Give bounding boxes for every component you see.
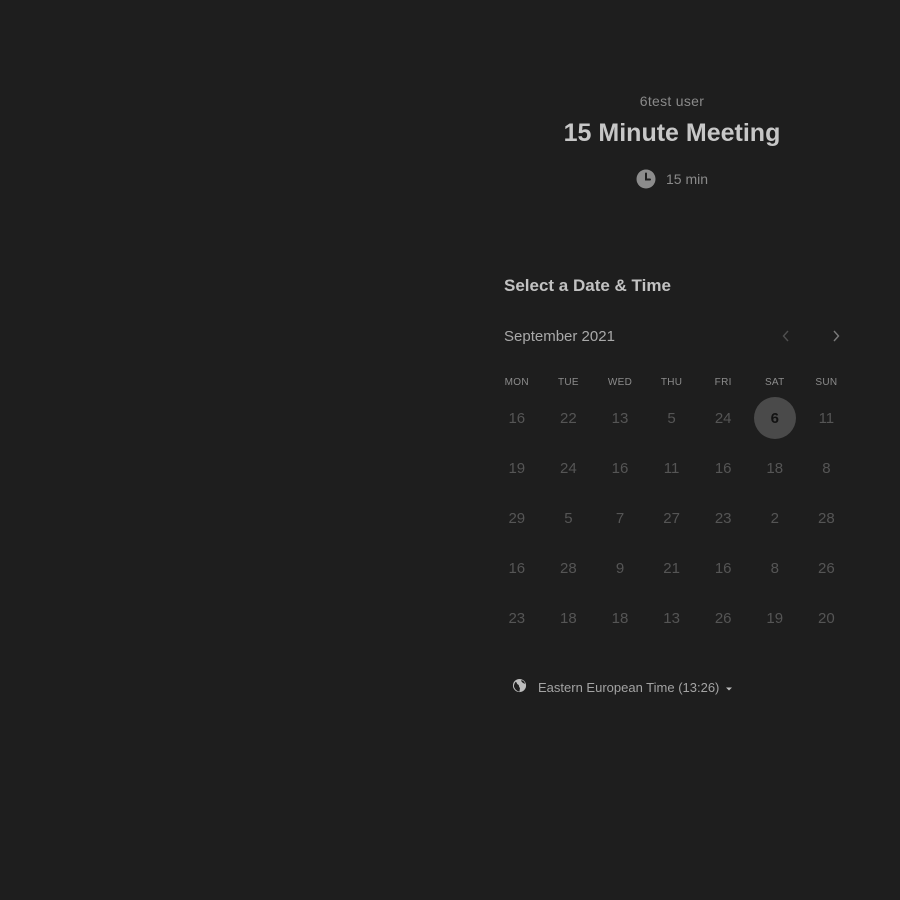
- calendar-day: 18: [749, 443, 801, 493]
- calendar-day: 11: [646, 443, 698, 493]
- weekday-label: SAT: [764, 377, 785, 388]
- day-number: 28: [818, 509, 835, 527]
- previous-month-button[interactable]: [776, 328, 796, 348]
- day-number: 13: [611, 409, 629, 427]
- calendar-day: 21: [646, 543, 698, 593]
- day-number: 29: [508, 509, 526, 527]
- calendar-day: 19: [749, 593, 801, 643]
- day-number: 18: [611, 609, 629, 627]
- day-number: 16: [714, 559, 732, 577]
- day-number: 11: [663, 459, 680, 477]
- day-number: 11: [818, 409, 835, 427]
- weekday-label: THU: [660, 377, 683, 388]
- chevron-left-icon: [781, 329, 791, 348]
- month-label: September 2021: [504, 328, 615, 345]
- calendar-day: 9: [594, 543, 646, 593]
- calendar-day-selected[interactable]: 6: [749, 393, 801, 443]
- day-number: 23: [508, 609, 526, 627]
- calendar-day: 23: [697, 493, 749, 543]
- day-number: 18: [766, 459, 784, 477]
- day-number: 8: [770, 559, 779, 577]
- calendar-day: 28: [543, 543, 595, 593]
- chevron-right-icon: [831, 329, 841, 348]
- weekday-label: FRI: [714, 377, 732, 388]
- calendar-grid: 16 22 13 5 24 6 11 19 24 16 11 16 18 8 2…: [491, 393, 853, 643]
- day-number: 9: [615, 559, 625, 577]
- day-number: 24: [714, 409, 732, 427]
- day-number: 7: [615, 509, 625, 527]
- day-number: 19: [508, 459, 526, 477]
- day-number: 26: [818, 559, 835, 577]
- calendar-day: 8: [749, 543, 801, 593]
- calendar-day: 28: [801, 493, 853, 543]
- calendar-day: 19: [491, 443, 543, 493]
- day-number: 24: [560, 459, 577, 477]
- weekday-label: MON: [504, 377, 529, 388]
- timezone-selector[interactable]: Eastern European Time (13:26): [512, 678, 733, 696]
- calendar-day: 16: [697, 543, 749, 593]
- day-number: 8: [822, 459, 831, 477]
- weekday-label: TUE: [557, 377, 579, 388]
- clock-icon: [636, 169, 656, 189]
- day-number: 22: [560, 409, 577, 427]
- calendar-day: 16: [491, 393, 543, 443]
- month-navigation: September 2021: [504, 328, 844, 348]
- day-number: 21: [663, 559, 680, 577]
- calendar-day: 24: [543, 443, 595, 493]
- day-number: 5: [564, 509, 573, 527]
- duration-label: 15 min: [665, 171, 709, 187]
- day-number: 16: [508, 559, 526, 577]
- calendar-day: 29: [491, 493, 543, 543]
- day-number: 16: [611, 459, 629, 477]
- calendar-day: 24: [697, 393, 749, 443]
- calendar-day: 7: [594, 493, 646, 543]
- calendar-day: 16: [491, 543, 543, 593]
- calendar-day: 20: [801, 593, 853, 643]
- host-name: 6test user: [639, 93, 705, 109]
- calendar-day: 16: [697, 443, 749, 493]
- day-number: 18: [560, 609, 577, 627]
- day-number: 2: [770, 509, 779, 527]
- globe-icon: [512, 678, 527, 696]
- calendar-day: 5: [543, 493, 595, 543]
- next-month-button[interactable]: [826, 328, 846, 348]
- event-title: 15 Minute Meeting: [563, 119, 781, 147]
- calendar-day: 26: [801, 543, 853, 593]
- weekday-header: MON TUE WED THU FRI SAT SUN: [491, 377, 853, 389]
- calendar-day: 18: [594, 593, 646, 643]
- day-number[interactable]: 6: [753, 397, 796, 439]
- day-number: 23: [714, 509, 732, 527]
- day-number: 28: [560, 559, 577, 577]
- day-number: 16: [508, 409, 526, 427]
- day-number: 27: [663, 509, 680, 527]
- calendar-day: 16: [594, 443, 646, 493]
- scheduling-page: 6test user 15 Minute Meeting 15 min Sele…: [0, 0, 900, 900]
- day-number: 16: [714, 459, 732, 477]
- event-duration: 15 min: [452, 169, 892, 189]
- calendar-day: 18: [543, 593, 595, 643]
- calendar-day: 26: [697, 593, 749, 643]
- day-number: 5: [667, 409, 676, 427]
- timezone-label[interactable]: Eastern European Time (13:26): [538, 680, 719, 695]
- day-number: 20: [818, 609, 835, 627]
- day-number: 13: [663, 609, 680, 627]
- weekday-label: WED: [607, 377, 633, 388]
- calendar-day: 8: [801, 443, 853, 493]
- calendar-day: 11: [801, 393, 853, 443]
- weekday-label: SUN: [815, 377, 838, 388]
- calendar-day: 23: [491, 593, 543, 643]
- caret-down-icon: [725, 680, 733, 695]
- event-header: 6test user 15 Minute Meeting 15 min: [452, 92, 892, 189]
- calendar-day: 22: [543, 393, 595, 443]
- day-number: 26: [714, 609, 732, 627]
- section-title: Select a Date & Time: [504, 276, 671, 295]
- calendar-day: 27: [646, 493, 698, 543]
- calendar-day: 5: [646, 393, 698, 443]
- day-number: 19: [766, 609, 784, 627]
- calendar-day: 13: [594, 393, 646, 443]
- calendar-day: 13: [646, 593, 698, 643]
- calendar-day: 2: [749, 493, 801, 543]
